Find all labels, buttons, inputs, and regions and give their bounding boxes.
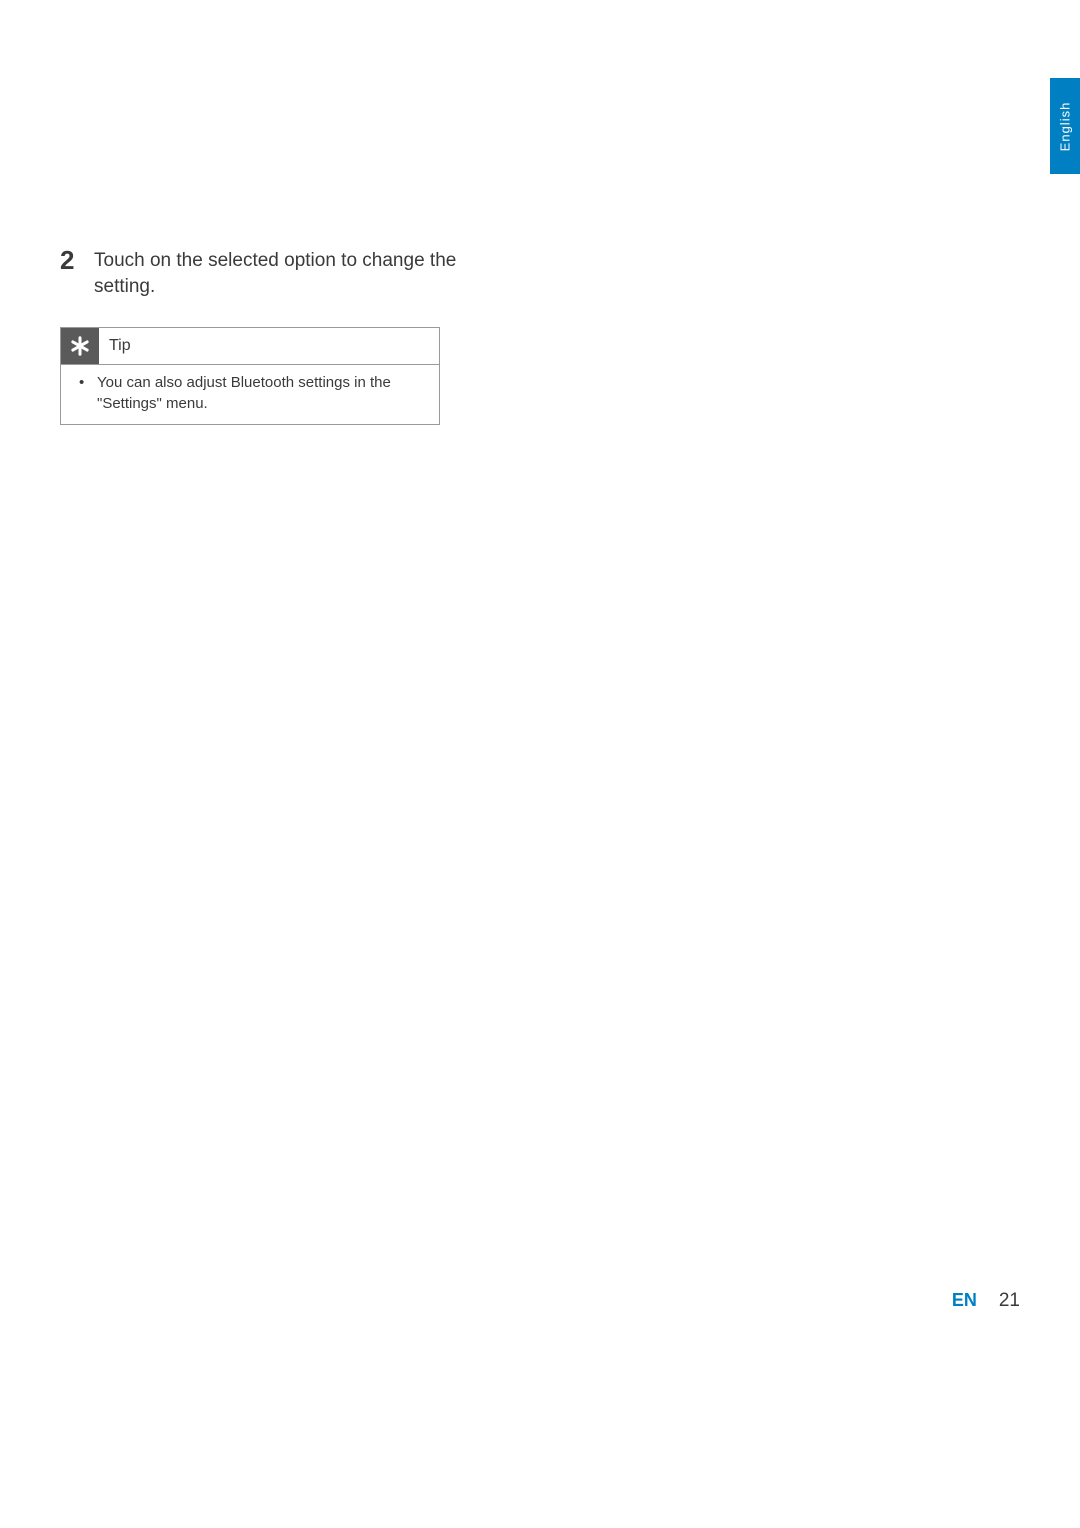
asterisk-icon [67,333,93,359]
tip-icon-container [61,328,99,364]
main-content: 2 Touch on the selected option to change… [60,245,470,425]
tip-header: Tip [61,328,439,365]
tip-item: You can also adjust Bluetooth settings i… [85,373,425,414]
language-tab: English [1050,78,1080,174]
tip-label: Tip [99,337,131,355]
step-number: 2 [60,245,94,273]
tip-body: You can also adjust Bluetooth settings i… [61,365,439,424]
tip-box: Tip You can also adjust Bluetooth settin… [60,327,440,425]
footer-page-number: 21 [999,1290,1020,1312]
step-text: Touch on the selected option to change t… [94,245,470,299]
footer-language-code: EN [952,1290,977,1311]
page-footer: EN 21 [952,1290,1020,1312]
language-tab-label: English [1058,101,1073,151]
instruction-step: 2 Touch on the selected option to change… [60,245,470,299]
